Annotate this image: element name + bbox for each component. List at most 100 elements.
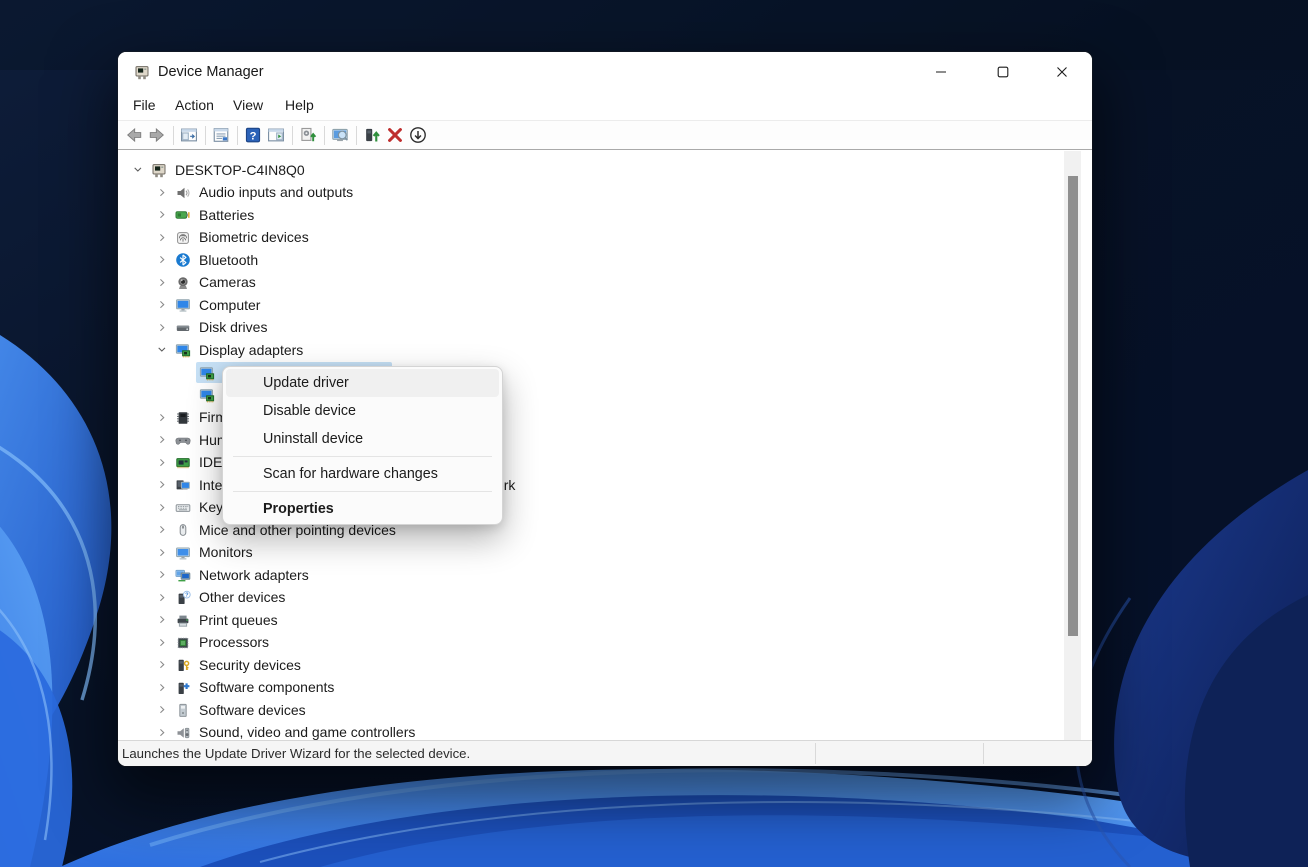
tree-label: Other devices <box>199 589 285 605</box>
camera-icon <box>175 275 191 291</box>
context-menu-item-disable-device[interactable]: Disable device <box>226 397 499 425</box>
devmgr-icon <box>151 162 167 178</box>
tree-label: Security devices <box>199 657 301 673</box>
help-icon: ? <box>244 126 262 144</box>
uninstall-icon <box>386 126 404 144</box>
ide-icon <box>175 455 191 471</box>
sound-icon <box>175 725 191 741</box>
tree-row-batteries[interactable]: Batteries <box>118 204 1092 227</box>
chevron-collapsed-icon[interactable] <box>155 478 169 492</box>
chevron-collapsed-icon[interactable] <box>155 591 169 605</box>
tree-row-monitors[interactable]: Monitors <box>118 542 1092 565</box>
chevron-collapsed-icon[interactable] <box>155 568 169 582</box>
tree-row-computer[interactable]: Computer <box>118 294 1092 317</box>
menu-action[interactable]: Action <box>175 97 214 113</box>
chevron-collapsed-icon[interactable] <box>155 253 169 267</box>
mouse-icon <box>175 522 191 538</box>
menu-view[interactable]: View <box>233 97 263 113</box>
chevron-collapsed-icon[interactable] <box>155 613 169 627</box>
close-button[interactable] <box>1040 56 1084 88</box>
forward-button[interactable] <box>148 126 167 145</box>
chevron-collapsed-icon[interactable] <box>155 523 169 537</box>
tree-row-software-components[interactable]: Software components <box>118 677 1092 700</box>
monitor-icon <box>175 545 191 561</box>
chevron-collapsed-icon[interactable] <box>155 546 169 560</box>
tree-row-bluetooth[interactable]: Bluetooth <box>118 249 1092 272</box>
uninstall-button[interactable] <box>386 126 405 145</box>
menu-help[interactable]: Help <box>285 97 314 113</box>
scan-hardware-button[interactable] <box>299 126 318 145</box>
chevron-expanded-icon[interactable] <box>155 343 169 357</box>
tree-row-sound-video-and-game-controllers[interactable]: Sound, video and game controllers <box>118 722 1092 741</box>
toolbar-separator <box>324 126 325 145</box>
device-manager-icon <box>134 64 150 80</box>
context-menu-item-properties[interactable]: Properties <box>226 495 499 523</box>
properties-icon <box>212 126 230 144</box>
svg-text:?: ? <box>250 130 257 142</box>
context-menu-item-update-driver[interactable]: Update driver <box>226 369 499 397</box>
chevron-collapsed-icon[interactable] <box>155 433 169 447</box>
chevron-collapsed-icon[interactable] <box>155 208 169 222</box>
tree-label: Disk drives <box>199 319 267 335</box>
chevron-collapsed-icon[interactable] <box>155 411 169 425</box>
tree-label: Monitors <box>199 544 253 560</box>
chevron-collapsed-icon[interactable] <box>155 681 169 695</box>
status-text: Launches the Update Driver Wizard for th… <box>122 746 470 761</box>
help-button[interactable]: ? <box>244 126 263 145</box>
firmware-icon <box>175 410 191 426</box>
tree-label: Software devices <box>199 702 306 718</box>
keyboard-icon <box>175 500 191 516</box>
back-button[interactable] <box>125 126 144 145</box>
tree-row-biometric-devices[interactable]: Biometric devices <box>118 227 1092 250</box>
chevron-collapsed-icon[interactable] <box>155 456 169 470</box>
disk-icon <box>175 320 191 336</box>
search-computer-button[interactable] <box>331 126 350 145</box>
chevron-collapsed-icon[interactable] <box>155 231 169 245</box>
network-icon <box>175 567 191 583</box>
minimize-button[interactable] <box>919 56 963 88</box>
chevron-collapsed-icon[interactable] <box>155 658 169 672</box>
tree-row-desktop-c4in8q0[interactable]: DESKTOP-C4IN8Q0 <box>118 159 1092 182</box>
audio-icon <box>175 185 191 201</box>
properties-button[interactable] <box>212 126 231 145</box>
toolbar-separator <box>292 126 293 145</box>
disable-button[interactable] <box>409 126 428 145</box>
chevron-collapsed-icon[interactable] <box>155 298 169 312</box>
tree-row-software-devices[interactable]: Software devices <box>118 699 1092 722</box>
chevron-expanded-icon[interactable] <box>131 163 145 177</box>
maximize-button[interactable] <box>981 56 1025 88</box>
tree-row-display-adapters[interactable]: Display adapters <box>118 339 1092 362</box>
security-icon <box>175 657 191 673</box>
chevron-collapsed-icon[interactable] <box>155 726 169 740</box>
action-pane-button[interactable] <box>267 126 286 145</box>
tree-row-audio-inputs-and-outputs[interactable]: Audio inputs and outputs <box>118 182 1092 205</box>
chevron-collapsed-icon[interactable] <box>155 186 169 200</box>
chevron-collapsed-icon[interactable] <box>155 703 169 717</box>
titlebar[interactable]: Device Manager <box>118 52 1092 92</box>
chevron-collapsed-icon[interactable] <box>155 501 169 515</box>
tree-row-print-queues[interactable]: Print queues <box>118 609 1092 632</box>
context-menu: Update driverDisable deviceUninstall dev… <box>222 366 503 525</box>
display-icon <box>199 387 215 403</box>
tree-row-other-devices[interactable]: ? Other devices <box>118 587 1092 610</box>
tree-row-network-adapters[interactable]: Network adapters <box>118 564 1092 587</box>
tree-label: Software components <box>199 679 334 695</box>
chevron-collapsed-icon[interactable] <box>155 636 169 650</box>
context-menu-item-uninstall-device[interactable]: Uninstall device <box>226 425 499 453</box>
console-tree-button[interactable] <box>180 126 199 145</box>
tree-row-security-devices[interactable]: Security devices <box>118 654 1092 677</box>
tree-row-disk-drives[interactable]: Disk drives <box>118 317 1092 340</box>
context-menu-item-scan-for-hardware-changes[interactable]: Scan for hardware changes <box>226 460 499 488</box>
display-icon <box>199 387 215 403</box>
other-icon: ? <box>175 590 191 606</box>
update-driver-button[interactable] <box>363 126 382 145</box>
ide-icon <box>175 455 191 471</box>
tree-row-cameras[interactable]: Cameras <box>118 272 1092 295</box>
battery-icon <box>175 207 191 223</box>
network-icon <box>175 567 191 583</box>
menu-file[interactable]: File <box>133 97 156 113</box>
tree-row-processors[interactable]: Processors <box>118 632 1092 655</box>
chevron-collapsed-icon[interactable] <box>155 321 169 335</box>
chevron-collapsed-icon[interactable] <box>155 276 169 290</box>
window-title: Device Manager <box>158 64 264 80</box>
